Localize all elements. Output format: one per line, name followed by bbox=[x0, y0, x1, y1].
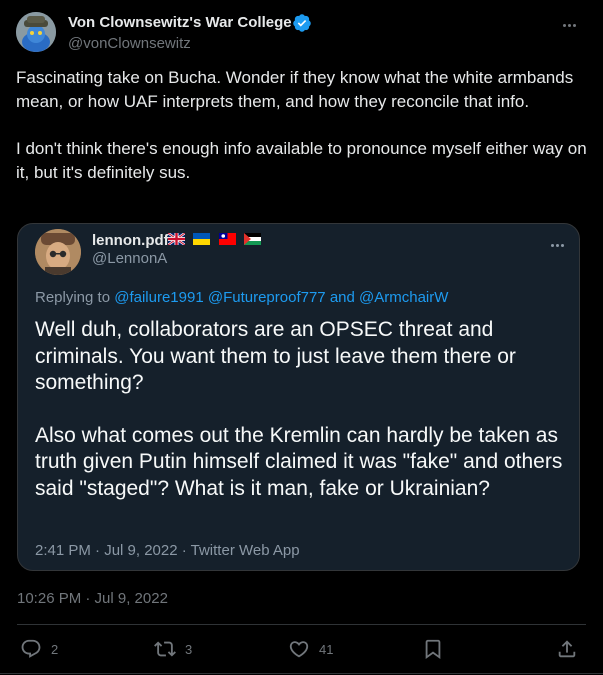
bookmark-button[interactable] bbox=[422, 637, 444, 661]
quoted-avatar-image bbox=[35, 229, 81, 275]
quoted-paragraph: Also what comes out the Kremlin can hard… bbox=[35, 423, 563, 500]
divider bbox=[0, 673, 603, 674]
verified-badge-icon bbox=[293, 14, 311, 32]
like-button[interactable]: 41 bbox=[288, 637, 333, 661]
tweet-text: Fascinating take on Bucha. Wonder if the… bbox=[16, 66, 591, 208]
replying-prefix: Replying to bbox=[35, 289, 111, 306]
quoted-tweet-text: Well duh, collaborators are an OPSEC thr… bbox=[35, 317, 565, 528]
reply-icon bbox=[21, 639, 41, 658]
divider bbox=[17, 624, 586, 625]
author-avatar[interactable] bbox=[16, 12, 56, 52]
author-name[interactable]: Von Clownsewitz's War College bbox=[68, 14, 292, 31]
tweet-paragraph: Fascinating take on Bucha. Wonder if the… bbox=[16, 68, 574, 111]
tweet-timestamp[interactable]: 10:26 PM · Jul 9, 2022 bbox=[17, 590, 168, 607]
mention-link[interactable]: @ArmchairW bbox=[359, 289, 448, 306]
mention-link[interactable]: @Futureproof777 bbox=[208, 289, 326, 306]
mention-link[interactable]: @failure1991 bbox=[114, 289, 203, 306]
reply-button[interactable]: 2 bbox=[20, 637, 58, 661]
quoted-paragraph: Well duh, collaborators are an OPSEC thr… bbox=[35, 318, 516, 394]
retweet-icon bbox=[154, 641, 176, 657]
like-count: 41 bbox=[319, 641, 334, 657]
heart-icon bbox=[289, 641, 309, 658]
tweet-paragraph: I don't think there's enough info availa… bbox=[16, 139, 587, 182]
avatar-image bbox=[16, 12, 56, 52]
quoted-author-handle[interactable]: @LennonA bbox=[92, 250, 167, 267]
taiwan-flag-icon bbox=[218, 233, 236, 245]
quoted-author-avatar[interactable] bbox=[35, 229, 81, 275]
quoted-more-options-icon[interactable] bbox=[551, 234, 569, 247]
author-handle[interactable]: @vonClownsewitz bbox=[68, 35, 191, 52]
uk-flag-icon bbox=[168, 233, 185, 245]
palestine-flag-icon bbox=[244, 233, 262, 245]
quoted-tweet[interactable]: lennon.pdf @LennonA Replying to @failure… bbox=[17, 223, 580, 571]
quoted-author-name[interactable]: lennon.pdf bbox=[92, 232, 169, 249]
share-button[interactable] bbox=[556, 637, 578, 661]
bookmark-icon bbox=[425, 639, 441, 660]
quoted-tweet-meta[interactable]: 2:41 PM · Jul 9, 2022 · Twitter Web App bbox=[35, 542, 300, 559]
reply-count: 2 bbox=[51, 641, 59, 657]
replying-to-line: Replying to @failure1991 @Futureproof777… bbox=[35, 289, 448, 306]
share-icon bbox=[558, 640, 576, 658]
and-word: and bbox=[329, 289, 355, 306]
retweet-button[interactable]: 3 bbox=[154, 637, 192, 661]
flag-emojis bbox=[168, 233, 265, 245]
retweet-count: 3 bbox=[185, 641, 193, 657]
ukraine-flag-icon bbox=[193, 233, 211, 245]
more-options-icon[interactable] bbox=[563, 14, 583, 34]
